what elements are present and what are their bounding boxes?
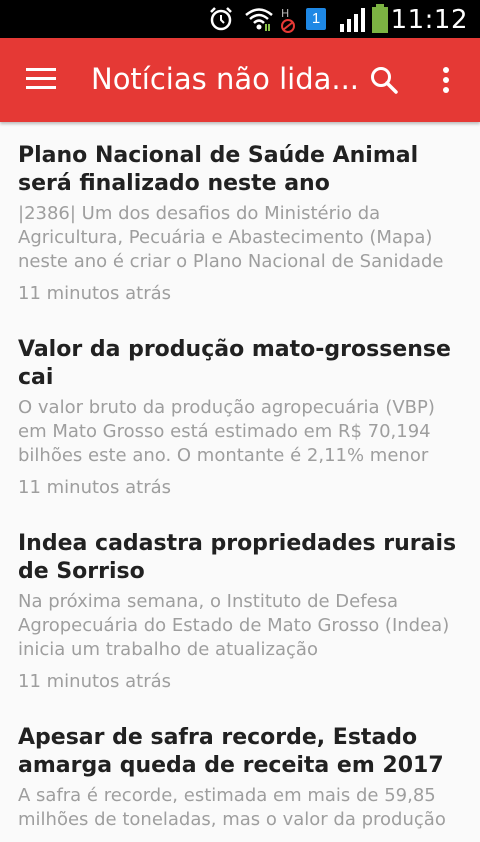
svg-text:H: H xyxy=(281,7,289,20)
search-icon[interactable] xyxy=(368,64,400,96)
article-time: 11 minutos atrás xyxy=(18,477,172,498)
article-summary: O valor bruto da produção agropecuária (… xyxy=(18,397,435,466)
article-time: 11 minutos atrás xyxy=(18,283,172,304)
article-time: 11 minutos atrás xyxy=(18,671,172,692)
article-summary: |2386| Um dos desafios do Ministério da … xyxy=(18,203,444,272)
article-title: Indea cadastra propriedades rurais de So… xyxy=(18,531,457,584)
article-item[interactable]: Valor da produção mato-grossense cai O v… xyxy=(0,316,480,510)
notification-icon: 1 xyxy=(306,8,326,30)
article-summary: Na próxima semana, o Instituto de Defesa… xyxy=(18,591,450,660)
status-bar: H 1 11:12 xyxy=(0,0,480,38)
article-item[interactable]: Apesar de safra recorde, Estado amarga q… xyxy=(0,704,480,842)
article-title: Plano Nacional de Saúde Animal será fina… xyxy=(18,143,419,196)
wifi-icon xyxy=(245,8,273,31)
signal-icon xyxy=(340,8,365,32)
article-summary: A safra é recorde, estimada em mais de 5… xyxy=(18,785,446,830)
article-item[interactable]: Indea cadastra propriedades rurais de So… xyxy=(0,510,480,704)
alarm-icon xyxy=(210,7,232,31)
app-bar: Notícias não lida... xyxy=(0,38,480,122)
article-title: Valor da produção mato-grossense cai xyxy=(18,337,451,390)
article-item[interactable]: Plano Nacional de Saúde Animal será fina… xyxy=(0,122,480,316)
clock: 11:12 xyxy=(390,5,468,35)
article-list: Plano Nacional de Saúde Animal será fina… xyxy=(0,122,480,842)
battery-icon xyxy=(372,4,388,33)
page-title: Notícias não lida... xyxy=(91,62,360,96)
data-off-icon: H xyxy=(281,7,295,33)
article-title: Apesar de safra recorde, Estado amarga q… xyxy=(18,725,444,778)
more-vert-icon[interactable] xyxy=(436,66,456,96)
menu-icon[interactable] xyxy=(26,68,56,90)
